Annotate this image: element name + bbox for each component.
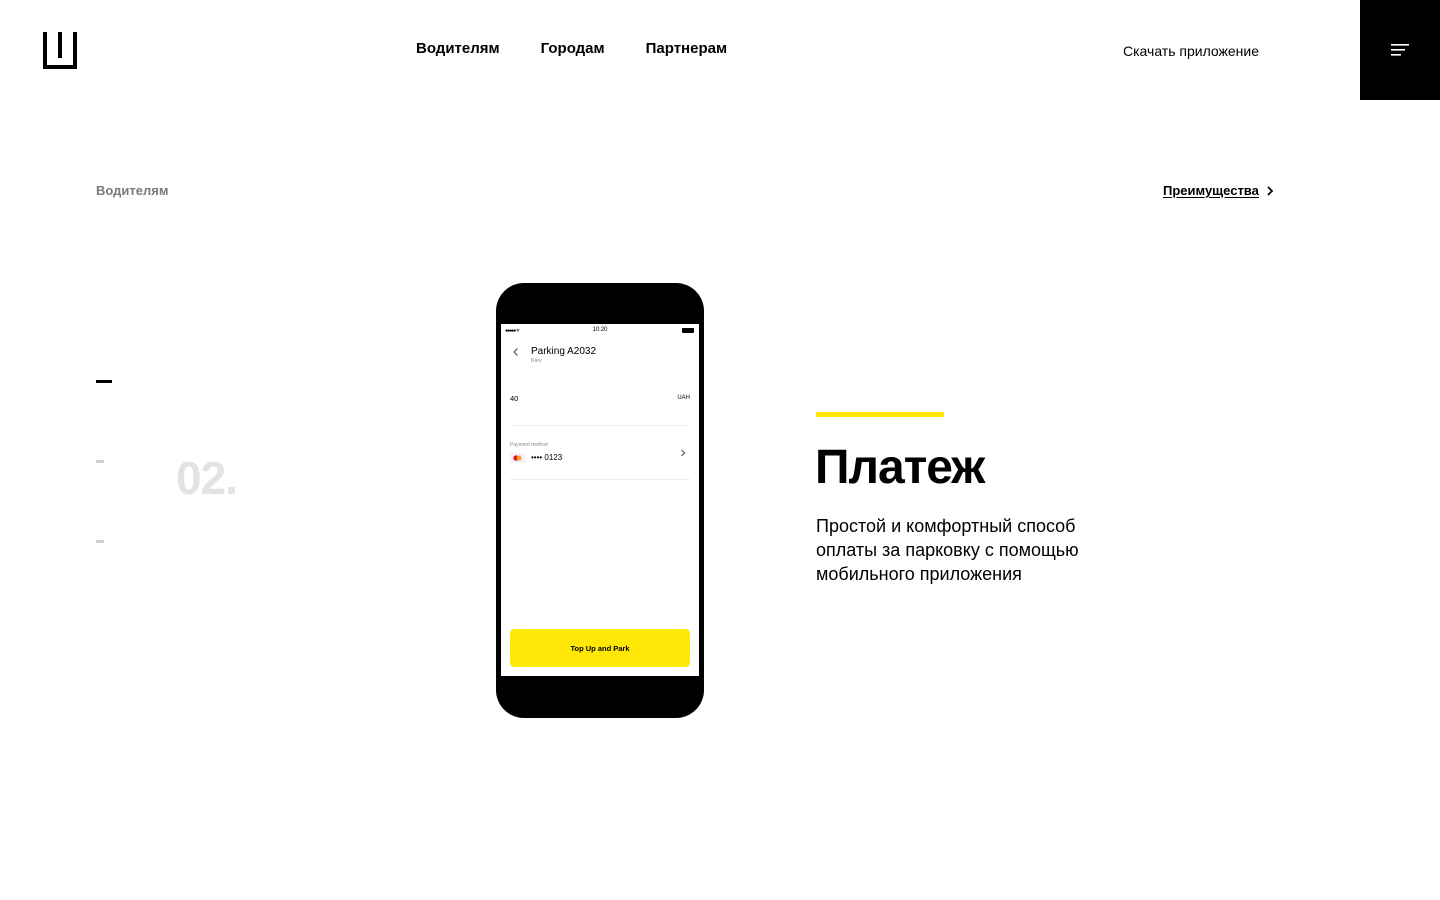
menu-button[interactable] bbox=[1360, 0, 1440, 100]
chevron-right-icon bbox=[681, 449, 686, 457]
accent-line bbox=[816, 412, 944, 417]
advantages-link[interactable]: Преимущества bbox=[1163, 183, 1273, 198]
parking-title: Parking A2032 bbox=[531, 346, 597, 357]
card-number: •••• 0123 bbox=[531, 453, 563, 462]
slide-indicator-1[interactable] bbox=[96, 380, 112, 383]
download-app-link[interactable]: Скачать приложение bbox=[1123, 43, 1259, 59]
breadcrumb[interactable]: Водителям bbox=[96, 183, 168, 198]
nav-drivers[interactable]: Водителям bbox=[416, 40, 500, 57]
divider bbox=[510, 425, 690, 426]
battery-icon bbox=[682, 328, 694, 333]
phone-screen: ●●●●● ᯤ 10:20 Parking A2032 Kiev 40 UAH … bbox=[501, 324, 699, 676]
currency-label: UAH bbox=[677, 395, 690, 401]
nav-cities[interactable]: Городам bbox=[541, 40, 605, 57]
top-up-and-park-button[interactable]: Top Up and Park bbox=[510, 629, 690, 667]
main-nav: Водителям Городам Партнерам bbox=[416, 40, 727, 57]
nav-partners[interactable]: Партнерам bbox=[646, 40, 727, 57]
section-description: Простой и комфортный способ оплаты за па… bbox=[816, 516, 1079, 584]
slide-number: 02. bbox=[176, 452, 238, 504]
parking-bracket-logo[interactable] bbox=[43, 32, 77, 69]
payment-method-label: Payment method bbox=[510, 442, 548, 448]
section-heading: Платеж bbox=[815, 441, 985, 494]
chevron-right-icon bbox=[1267, 185, 1273, 196]
status-time: 10:20 bbox=[592, 327, 608, 333]
hamburger-menu-icon bbox=[1391, 44, 1409, 56]
parking-city: Kiev bbox=[531, 358, 542, 364]
phone-mockup: ●●●●● ᯤ 10:20 Parking A2032 Kiev 40 UAH … bbox=[496, 283, 704, 718]
back-arrow-icon bbox=[513, 348, 518, 356]
mastercard-icon bbox=[510, 453, 525, 463]
slide-indicator-2[interactable] bbox=[96, 460, 104, 463]
amount-value: 40 bbox=[510, 394, 519, 403]
slide-indicator-3[interactable] bbox=[96, 540, 104, 543]
phone-status-bar: ●●●●● ᯤ 10:20 bbox=[501, 327, 699, 335]
advantages-link-label: Преимущества bbox=[1163, 183, 1259, 198]
divider bbox=[510, 479, 690, 480]
